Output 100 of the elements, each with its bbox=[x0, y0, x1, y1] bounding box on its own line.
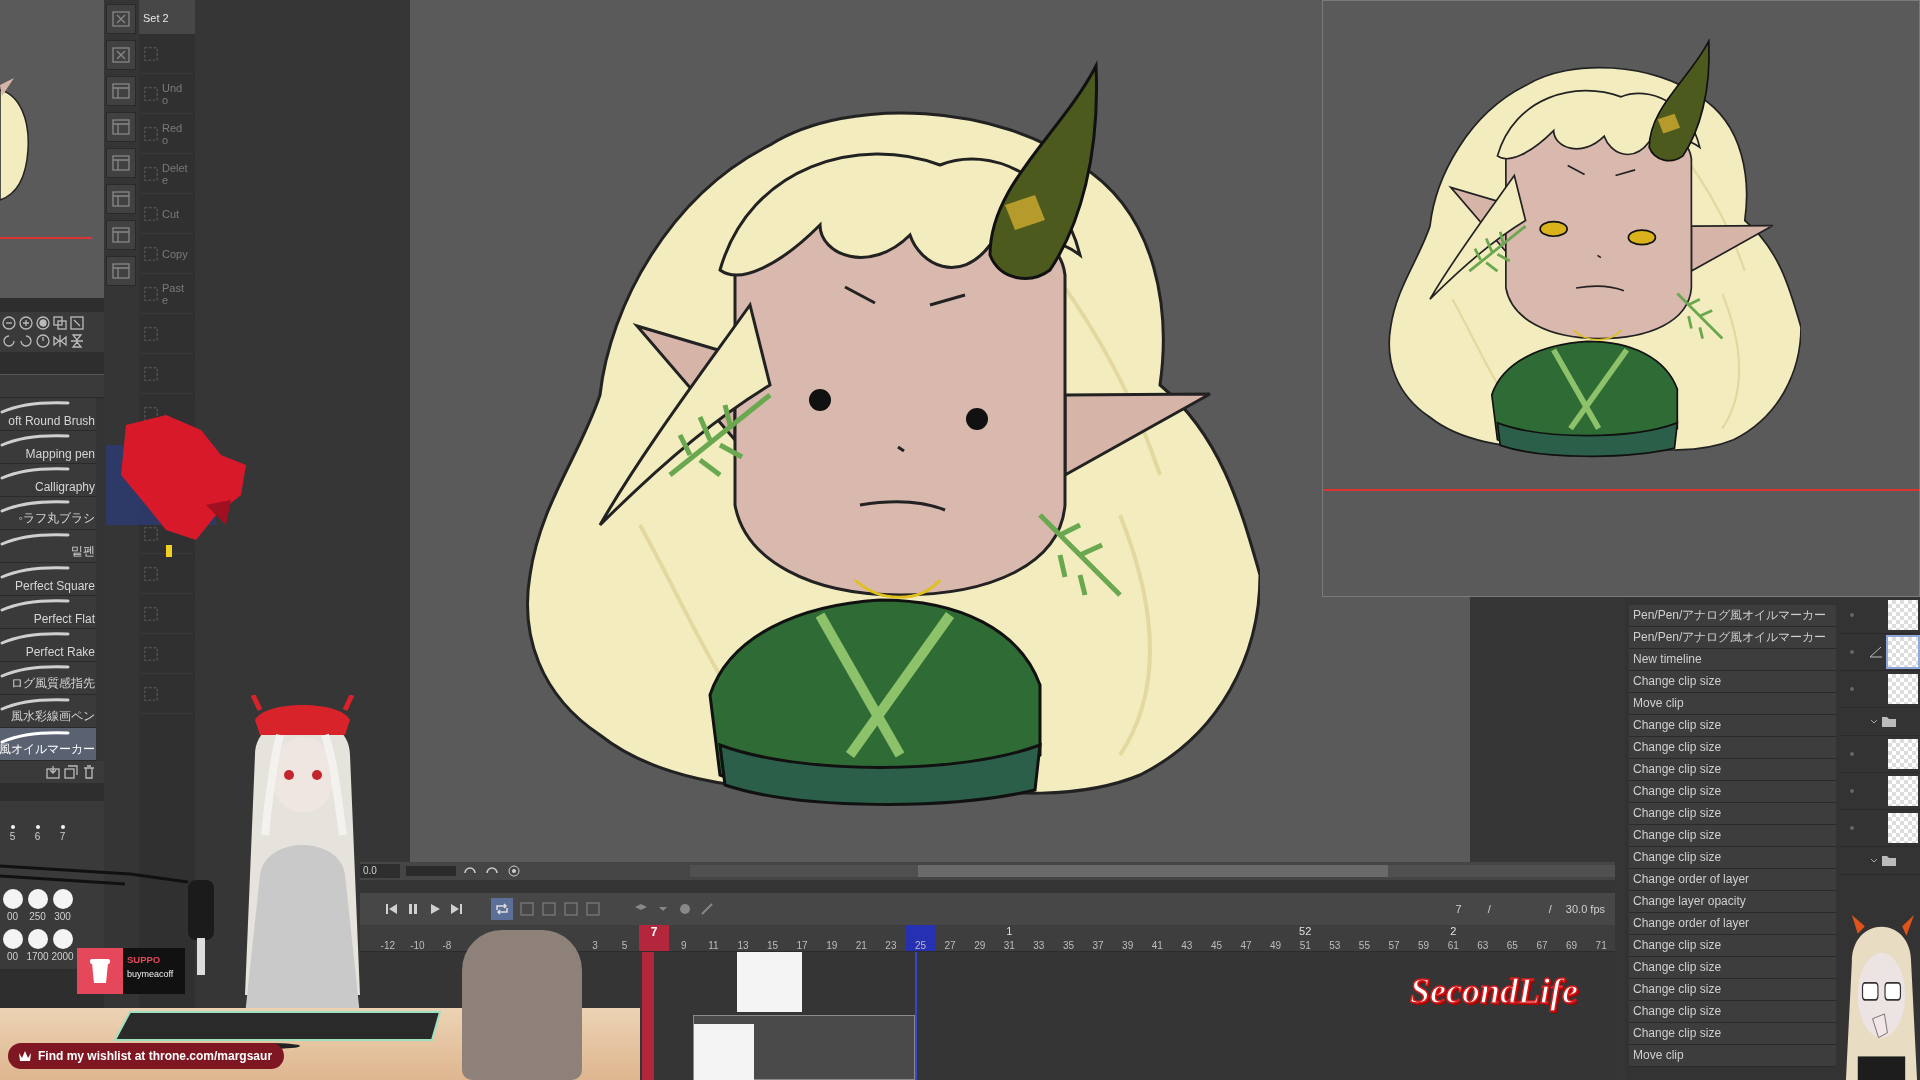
coffee-cup-icon bbox=[77, 948, 123, 994]
history-item[interactable]: Change clip size bbox=[1629, 825, 1836, 847]
visibility-dot-icon[interactable] bbox=[1850, 826, 1854, 830]
panel-icon[interactable] bbox=[106, 184, 136, 214]
brush-item[interactable]: ログ風質感指先 bbox=[0, 662, 96, 695]
layer-row[interactable] bbox=[1840, 671, 1920, 708]
rotate-right-icon[interactable] bbox=[19, 334, 33, 348]
trash-icon[interactable] bbox=[82, 765, 96, 779]
brush-item[interactable]: Perfect Square bbox=[0, 563, 96, 596]
frame-thumbnail[interactable] bbox=[737, 952, 802, 1012]
history-item[interactable]: New timeline bbox=[1629, 649, 1836, 671]
frame-number: 23 bbox=[885, 940, 897, 951]
history-item[interactable]: Change layer opacity bbox=[1629, 891, 1836, 913]
frame-number: 49 bbox=[1270, 940, 1282, 951]
history-item[interactable]: Change clip size bbox=[1629, 737, 1836, 759]
panel-icon[interactable] bbox=[106, 112, 136, 142]
loop-toggle[interactable] bbox=[491, 898, 513, 920]
brush-size-dot-icon[interactable] bbox=[27, 929, 48, 949]
zoom-in-icon[interactable] bbox=[19, 316, 33, 330]
history-item[interactable]: Change order of layer bbox=[1629, 869, 1836, 891]
brush-stroke-icon bbox=[0, 598, 70, 612]
history-item[interactable]: Change clip size bbox=[1629, 935, 1836, 957]
skip-end-icon[interactable] bbox=[449, 901, 465, 917]
history-item[interactable]: Change order of layer bbox=[1629, 913, 1836, 935]
animation-clip[interactable] bbox=[693, 1015, 915, 1080]
brush-item[interactable]: Calligraphy bbox=[0, 464, 96, 497]
close-box-icon[interactable] bbox=[106, 4, 136, 34]
end-frame-marker[interactable]: 25 bbox=[905, 925, 936, 951]
flip-vertical-icon[interactable] bbox=[70, 334, 84, 348]
skip-start-icon[interactable] bbox=[383, 901, 399, 917]
layer-row[interactable] bbox=[1840, 634, 1920, 671]
brush-item[interactable]: Perfect Rake bbox=[0, 629, 96, 662]
frame-number: 13 bbox=[737, 940, 749, 951]
layer-row[interactable] bbox=[1840, 736, 1920, 773]
brush-item[interactable]: 밑펜 bbox=[0, 530, 96, 563]
layer-row[interactable] bbox=[1840, 597, 1920, 634]
history-item[interactable]: Change clip size bbox=[1629, 671, 1836, 693]
brush-item[interactable]: 風オイルマーカー bbox=[0, 728, 96, 761]
brush-item[interactable]: oft Round Brush bbox=[0, 398, 96, 431]
scrollbar[interactable] bbox=[690, 865, 1615, 877]
zoom-out-icon[interactable] bbox=[2, 316, 16, 330]
support-banner[interactable]: SUPPO buymeacoff bbox=[123, 948, 185, 994]
panel-icon[interactable] bbox=[106, 76, 136, 106]
position-field[interactable]: 0.0 bbox=[360, 864, 400, 878]
history-item[interactable]: Move clip bbox=[1629, 1045, 1836, 1067]
panel-icon[interactable] bbox=[106, 220, 136, 250]
history-item[interactable]: Pen/Pen/アナログ風オイルマーカー bbox=[1629, 627, 1836, 649]
brush-size-dot-icon[interactable] bbox=[27, 889, 48, 909]
current-frame-marker[interactable]: 7 bbox=[639, 925, 669, 951]
scrollbar[interactable] bbox=[96, 398, 104, 761]
history-item[interactable]: Pen/Pen/アナログ風オイルマーカー bbox=[1629, 605, 1836, 627]
brush-item[interactable]: ◦ラフ丸ブラシ bbox=[0, 497, 96, 530]
history-item[interactable]: Change clip size bbox=[1629, 979, 1836, 1001]
brush-size-dot-icon[interactable] bbox=[10, 825, 15, 829]
brush-size-dot-icon[interactable] bbox=[52, 889, 73, 909]
slider-track[interactable] bbox=[406, 866, 456, 876]
dashed-square-icon bbox=[143, 125, 159, 142]
import-icon[interactable] bbox=[46, 765, 60, 779]
pencil-icon[interactable] bbox=[699, 901, 715, 917]
coffee-link[interactable]: buymeacoff bbox=[127, 969, 185, 979]
history-item[interactable]: Change clip size bbox=[1629, 1001, 1836, 1023]
target-icon[interactable] bbox=[506, 863, 522, 879]
visibility-dot-icon[interactable] bbox=[1850, 613, 1854, 617]
brush-size-dot-icon[interactable] bbox=[52, 929, 73, 949]
brush-item[interactable]: Perfect Flat bbox=[0, 596, 96, 629]
history-item[interactable]: Change clip size bbox=[1629, 715, 1836, 737]
wishlist-text: Find my wishlist at throne.com/margsaur bbox=[38, 1049, 273, 1063]
visibility-dot-icon[interactable] bbox=[1850, 789, 1854, 793]
chevron-icon[interactable] bbox=[1870, 718, 1878, 725]
brush-size-dot-icon[interactable] bbox=[2, 889, 23, 909]
layer-row[interactable] bbox=[1840, 810, 1920, 847]
history-item[interactable]: Change clip size bbox=[1629, 781, 1836, 803]
layer-row[interactable] bbox=[1840, 773, 1920, 810]
close-box-icon[interactable] bbox=[106, 40, 136, 70]
panel-icon[interactable] bbox=[106, 148, 136, 178]
history-item[interactable]: Move clip bbox=[1629, 693, 1836, 715]
rotate-left-icon[interactable] bbox=[2, 334, 16, 348]
history-item[interactable]: Change clip size bbox=[1629, 1023, 1836, 1045]
reset-zoom-icon[interactable] bbox=[36, 316, 50, 330]
brush-size-dot-icon[interactable] bbox=[2, 929, 23, 949]
flip-horizontal-icon[interactable] bbox=[53, 334, 67, 348]
brush-size-dot-icon[interactable] bbox=[35, 825, 40, 829]
frame-number: 17 bbox=[796, 940, 808, 951]
panel-icon[interactable] bbox=[106, 256, 136, 286]
reset-rotation-icon[interactable] bbox=[36, 334, 50, 348]
fit-icon[interactable] bbox=[70, 316, 84, 330]
chevron-icon[interactable] bbox=[1870, 857, 1878, 864]
visibility-dot-icon[interactable] bbox=[1850, 687, 1854, 691]
duplicate-icon[interactable] bbox=[64, 765, 78, 779]
history-item[interactable]: Change clip size bbox=[1629, 803, 1836, 825]
visibility-dot-icon[interactable] bbox=[1850, 650, 1854, 654]
history-item[interactable]: Change clip size bbox=[1629, 759, 1836, 781]
wishlist-banner[interactable]: Find my wishlist at throne.com/margsaur bbox=[8, 1043, 285, 1069]
history-item[interactable]: Change clip size bbox=[1629, 847, 1836, 869]
visibility-dot-icon[interactable] bbox=[1850, 752, 1854, 756]
window-icon[interactable] bbox=[53, 316, 67, 330]
history-item[interactable]: Change clip size bbox=[1629, 957, 1836, 979]
frame-number: 65 bbox=[1506, 940, 1518, 951]
brush-item[interactable]: Mapping pen bbox=[0, 431, 96, 464]
brush-size-dot-icon[interactable] bbox=[60, 825, 65, 829]
